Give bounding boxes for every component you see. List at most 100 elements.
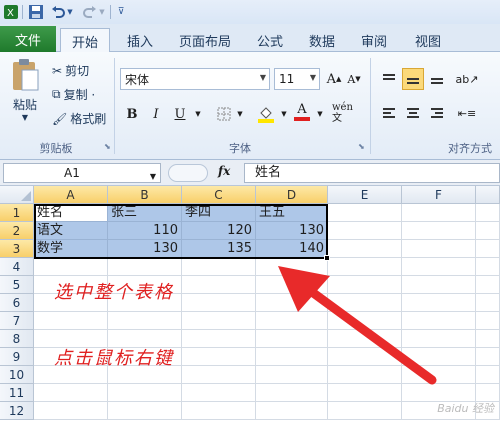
clipboard-launcher-icon[interactable]: ⬊	[104, 142, 111, 151]
formula-input[interactable]: 姓名	[244, 163, 500, 183]
cell[interactable]	[182, 384, 256, 402]
row-header-7[interactable]: 7	[0, 312, 34, 330]
cell[interactable]: 130	[256, 222, 328, 240]
italic-button[interactable]: I	[146, 104, 166, 124]
select-all-corner[interactable]	[0, 186, 34, 204]
insert-function-button[interactable]: fx	[218, 164, 230, 178]
tab-data[interactable]: 数据	[300, 28, 344, 52]
font-launcher-icon[interactable]: ⬊	[358, 142, 365, 151]
cell[interactable]	[476, 222, 500, 240]
cell[interactable]: 姓名	[34, 204, 108, 222]
cell[interactable]	[328, 204, 402, 222]
row-header-9[interactable]: 9	[0, 348, 34, 366]
paste-button[interactable]: 粘贴 ▼	[8, 58, 42, 128]
format-painter-button[interactable]: 🖌 格式刷	[52, 110, 106, 127]
cell[interactable]	[476, 258, 500, 276]
row-header-5[interactable]: 5	[0, 276, 34, 294]
cell[interactable]	[182, 330, 256, 348]
font-name-combo[interactable]: 宋体 ▼	[120, 68, 270, 90]
align-center-button[interactable]	[402, 102, 424, 124]
cell[interactable]	[182, 276, 256, 294]
font-color-button[interactable]: A	[292, 102, 312, 122]
fill-color-dropdown-icon[interactable]: ▼	[274, 104, 294, 124]
cell[interactable]	[476, 276, 500, 294]
cell[interactable]	[108, 402, 182, 420]
column-header-g[interactable]	[476, 186, 500, 204]
grow-font-button[interactable]: A ▲	[324, 69, 344, 89]
cell[interactable]	[182, 294, 256, 312]
column-header-b[interactable]: B	[108, 186, 182, 204]
font-color-dropdown-icon[interactable]: ▼	[310, 104, 330, 124]
tab-home[interactable]: 开始	[60, 28, 110, 53]
cell[interactable]: 120	[182, 222, 256, 240]
underline-button[interactable]: U	[170, 104, 190, 124]
formula-bar-splitter[interactable]	[168, 164, 208, 182]
save-icon[interactable]	[28, 3, 44, 21]
tab-review[interactable]: 审阅	[352, 28, 396, 52]
cell[interactable]	[34, 312, 108, 330]
copy-button[interactable]: ⧉ 复制 ·	[52, 86, 95, 103]
undo-icon[interactable]	[50, 3, 66, 21]
row-header-8[interactable]: 8	[0, 330, 34, 348]
align-bottom-button[interactable]	[426, 68, 448, 90]
cell[interactable]	[34, 402, 108, 420]
row-header-12[interactable]: 12	[0, 402, 34, 420]
cell[interactable]	[182, 366, 256, 384]
row-header-10[interactable]: 10	[0, 366, 34, 384]
cell[interactable]	[476, 312, 500, 330]
redo-icon[interactable]	[82, 3, 98, 21]
column-header-c[interactable]: C	[182, 186, 256, 204]
customize-icon[interactable]: ⊽	[116, 3, 126, 21]
column-header-e[interactable]: E	[328, 186, 402, 204]
cell[interactable]	[328, 222, 402, 240]
row-header-1[interactable]: 1	[0, 204, 34, 222]
tab-file[interactable]: 文件	[0, 26, 56, 52]
cell[interactable]: 140	[256, 240, 328, 258]
border-dropdown-icon[interactable]: ▼	[230, 104, 250, 124]
row-header-3[interactable]: 3	[0, 240, 34, 258]
shrink-font-button[interactable]: A ▼	[344, 69, 364, 89]
cell[interactable]	[402, 240, 476, 258]
cell[interactable]	[108, 312, 182, 330]
cell[interactable]	[108, 384, 182, 402]
tab-formulas[interactable]: 公式	[250, 28, 290, 52]
underline-dropdown-icon[interactable]: ▼	[188, 104, 208, 124]
cell[interactable]	[182, 348, 256, 366]
fill-color-button[interactable]	[256, 104, 276, 124]
align-top-button[interactable]	[378, 68, 400, 90]
cell[interactable]	[328, 402, 402, 420]
phonetic-button[interactable]: wén 文	[332, 100, 360, 126]
cell[interactable]	[108, 258, 182, 276]
cell[interactable]	[34, 258, 108, 276]
font-size-combo[interactable]: 11 ▼	[274, 68, 320, 90]
row-header-2[interactable]: 2	[0, 222, 34, 240]
bold-button[interactable]: B	[122, 104, 142, 124]
cell[interactable]	[476, 294, 500, 312]
cell[interactable]	[34, 384, 108, 402]
tab-view[interactable]: 视图	[406, 28, 450, 52]
tab-insert[interactable]: 插入	[118, 28, 162, 52]
cell[interactable]: 数学	[34, 240, 108, 258]
row-header-6[interactable]: 6	[0, 294, 34, 312]
redo-dropdown-icon[interactable]: ▼	[98, 3, 106, 21]
cell[interactable]	[182, 402, 256, 420]
cell[interactable]: 130	[108, 240, 182, 258]
cell[interactable]: 135	[182, 240, 256, 258]
column-header-a[interactable]: A	[34, 186, 108, 204]
undo-dropdown-icon[interactable]: ▼	[66, 3, 74, 21]
cell[interactable]	[182, 312, 256, 330]
cell[interactable]: 王五	[256, 204, 328, 222]
name-box[interactable]: A1 ▼	[3, 163, 161, 183]
cell[interactable]: 张三	[108, 204, 182, 222]
cell[interactable]	[402, 204, 476, 222]
column-header-f[interactable]: F	[402, 186, 476, 204]
cell[interactable]	[256, 402, 328, 420]
excel-logo-icon[interactable]: X	[4, 3, 18, 21]
cell[interactable]	[476, 366, 500, 384]
cell[interactable]	[182, 258, 256, 276]
tab-page-layout[interactable]: 页面布局	[170, 28, 240, 52]
align-right-button[interactable]	[426, 102, 448, 124]
cut-button[interactable]: ✂ 剪切	[52, 62, 89, 79]
cell[interactable]	[476, 348, 500, 366]
cell[interactable]	[476, 204, 500, 222]
